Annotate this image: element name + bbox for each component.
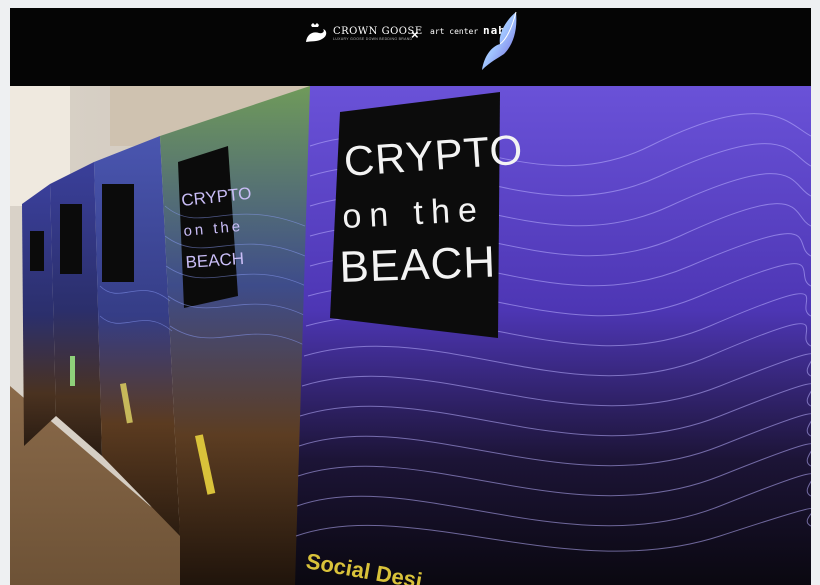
collab-separator: × [411, 27, 419, 42]
butterfly-wing-icon [482, 11, 517, 70]
photo-frame: CROWN GOOSE LUXURY GOOSE DOWN BEDDING BR… [10, 8, 811, 585]
sign-line-3: BEACH [339, 238, 497, 292]
crown-goose-logo: CROWN GOOSE LUXURY GOOSE DOWN BEDDING BR… [303, 22, 423, 44]
goose-icon [306, 23, 327, 42]
logo-banner: CROWN GOOSE LUXURY GOOSE DOWN BEDDING BR… [10, 8, 811, 86]
crown-goose-wordmark: CROWN GOOSE [333, 25, 423, 37]
event-photo: CRYPTO on the BEACH CRYPTO on the BEACH … [10, 86, 811, 585]
sign-line-2: on the [341, 191, 485, 236]
crown-goose-tagline: LUXURY GOOSE DOWN BEDDING BRAND [333, 36, 413, 41]
